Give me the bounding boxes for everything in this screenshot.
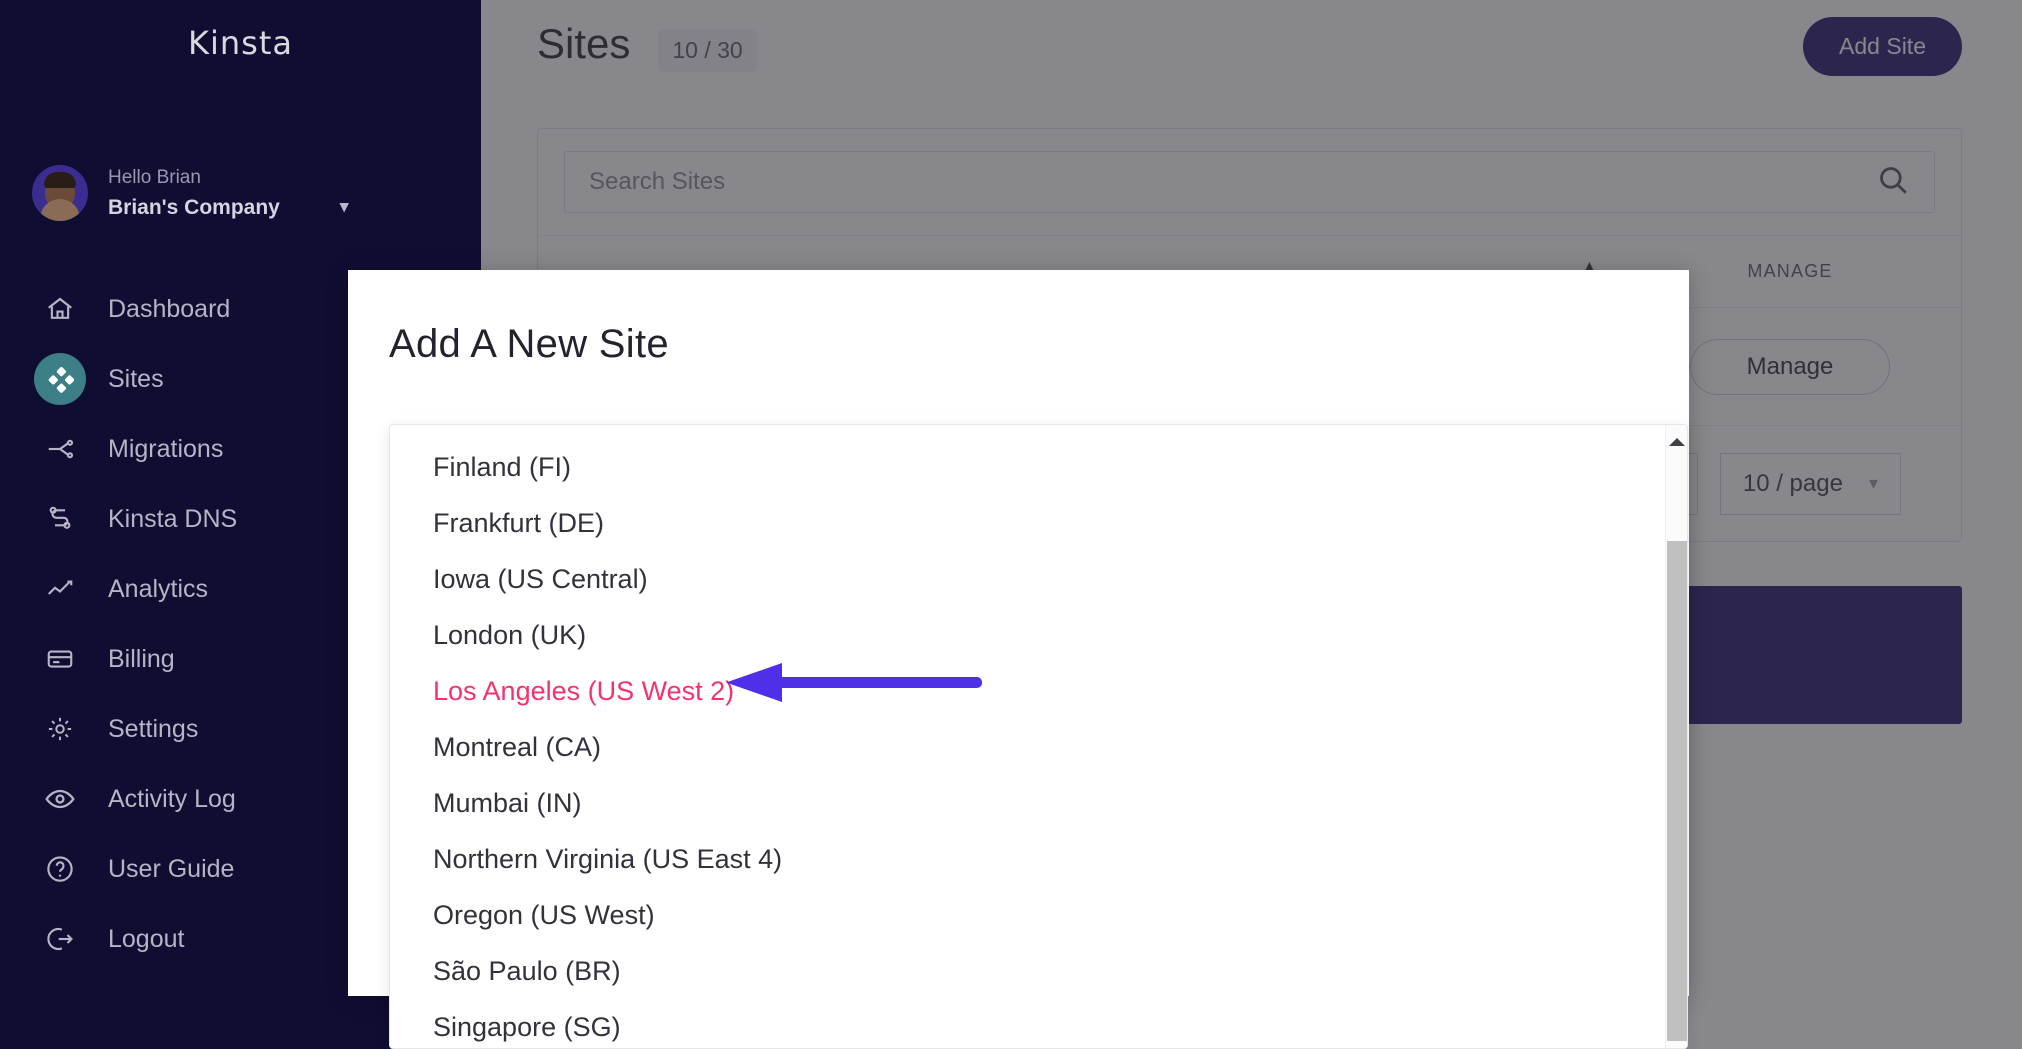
sidebar-item-label: Dashboard xyxy=(108,297,230,322)
company-row: Brian's Company ▾ xyxy=(108,193,348,222)
gear-icon xyxy=(34,703,86,755)
dns-icon xyxy=(34,493,86,545)
eye-icon xyxy=(34,773,86,825)
dropdown-option[interactable]: Northern Virginia (US East 4) xyxy=(390,831,1687,887)
dropdown-options: Finland (FI)Frankfurt (DE)Iowa (US Centr… xyxy=(390,439,1687,1049)
sidebar-item-label: Settings xyxy=(108,717,198,742)
location-dropdown-list[interactable]: Finland (FI)Frankfurt (DE)Iowa (US Centr… xyxy=(389,424,1688,1049)
profile-text: Hello Brian Brian's Company ▾ xyxy=(108,164,348,222)
sidebar-item-label: User Guide xyxy=(108,857,234,882)
dropdown-option[interactable]: São Paulo (BR) xyxy=(390,943,1687,999)
sidebar-item-label: Billing xyxy=(108,647,175,672)
modal-title: Add A New Site xyxy=(389,322,669,367)
sidebar-item-label: Kinsta DNS xyxy=(108,507,237,532)
sidebar-item-label: Migrations xyxy=(108,437,223,462)
avatar xyxy=(32,165,88,221)
sidebar-item-label: Analytics xyxy=(108,577,208,602)
brand-logo[interactable]: Kinsta xyxy=(0,0,481,86)
logout-icon xyxy=(34,913,86,965)
dropdown-option[interactable]: Finland (FI) xyxy=(390,439,1687,495)
chevron-down-icon[interactable]: ▾ xyxy=(340,195,349,219)
dropdown-scrollbar[interactable] xyxy=(1665,425,1687,1049)
dropdown-option[interactable]: London (UK) xyxy=(390,607,1687,663)
screen: Kinsta Hello Brian Brian's Company ▾ xyxy=(0,0,2022,1049)
dropdown-option[interactable]: Oregon (US West) xyxy=(390,887,1687,943)
kinsta-logo-text: Kinsta xyxy=(188,24,293,62)
dropdown-option[interactable]: Frankfurt (DE) xyxy=(390,495,1687,551)
dropdown-option[interactable]: Iowa (US Central) xyxy=(390,551,1687,607)
question-icon xyxy=(34,843,86,895)
sites-icon xyxy=(34,353,86,405)
dropdown-option[interactable]: Singapore (SG) xyxy=(390,999,1687,1049)
sidebar-item-label: Logout xyxy=(108,927,184,952)
home-icon xyxy=(34,283,86,335)
scrollbar-thumb[interactable] xyxy=(1667,541,1688,1041)
billing-icon xyxy=(34,633,86,685)
migrations-icon xyxy=(34,423,86,475)
sidebar-item-label: Sites xyxy=(108,367,164,392)
dropdown-option[interactable]: Mumbai (IN) xyxy=(390,775,1687,831)
dropdown-option[interactable]: Montreal (CA) xyxy=(390,719,1687,775)
greeting-label: Hello Brian xyxy=(108,164,348,193)
triangle-up-icon[interactable] xyxy=(1666,431,1688,453)
company-label: Brian's Company xyxy=(108,193,280,222)
account-switcher[interactable]: Hello Brian Brian's Company ▾ xyxy=(0,138,481,248)
annotation-arrow-icon xyxy=(726,663,984,703)
dropdown-option[interactable]: Los Angeles (US West 2) xyxy=(390,663,1687,719)
sidebar-item-label: Activity Log xyxy=(108,787,236,812)
analytics-icon xyxy=(34,563,86,615)
